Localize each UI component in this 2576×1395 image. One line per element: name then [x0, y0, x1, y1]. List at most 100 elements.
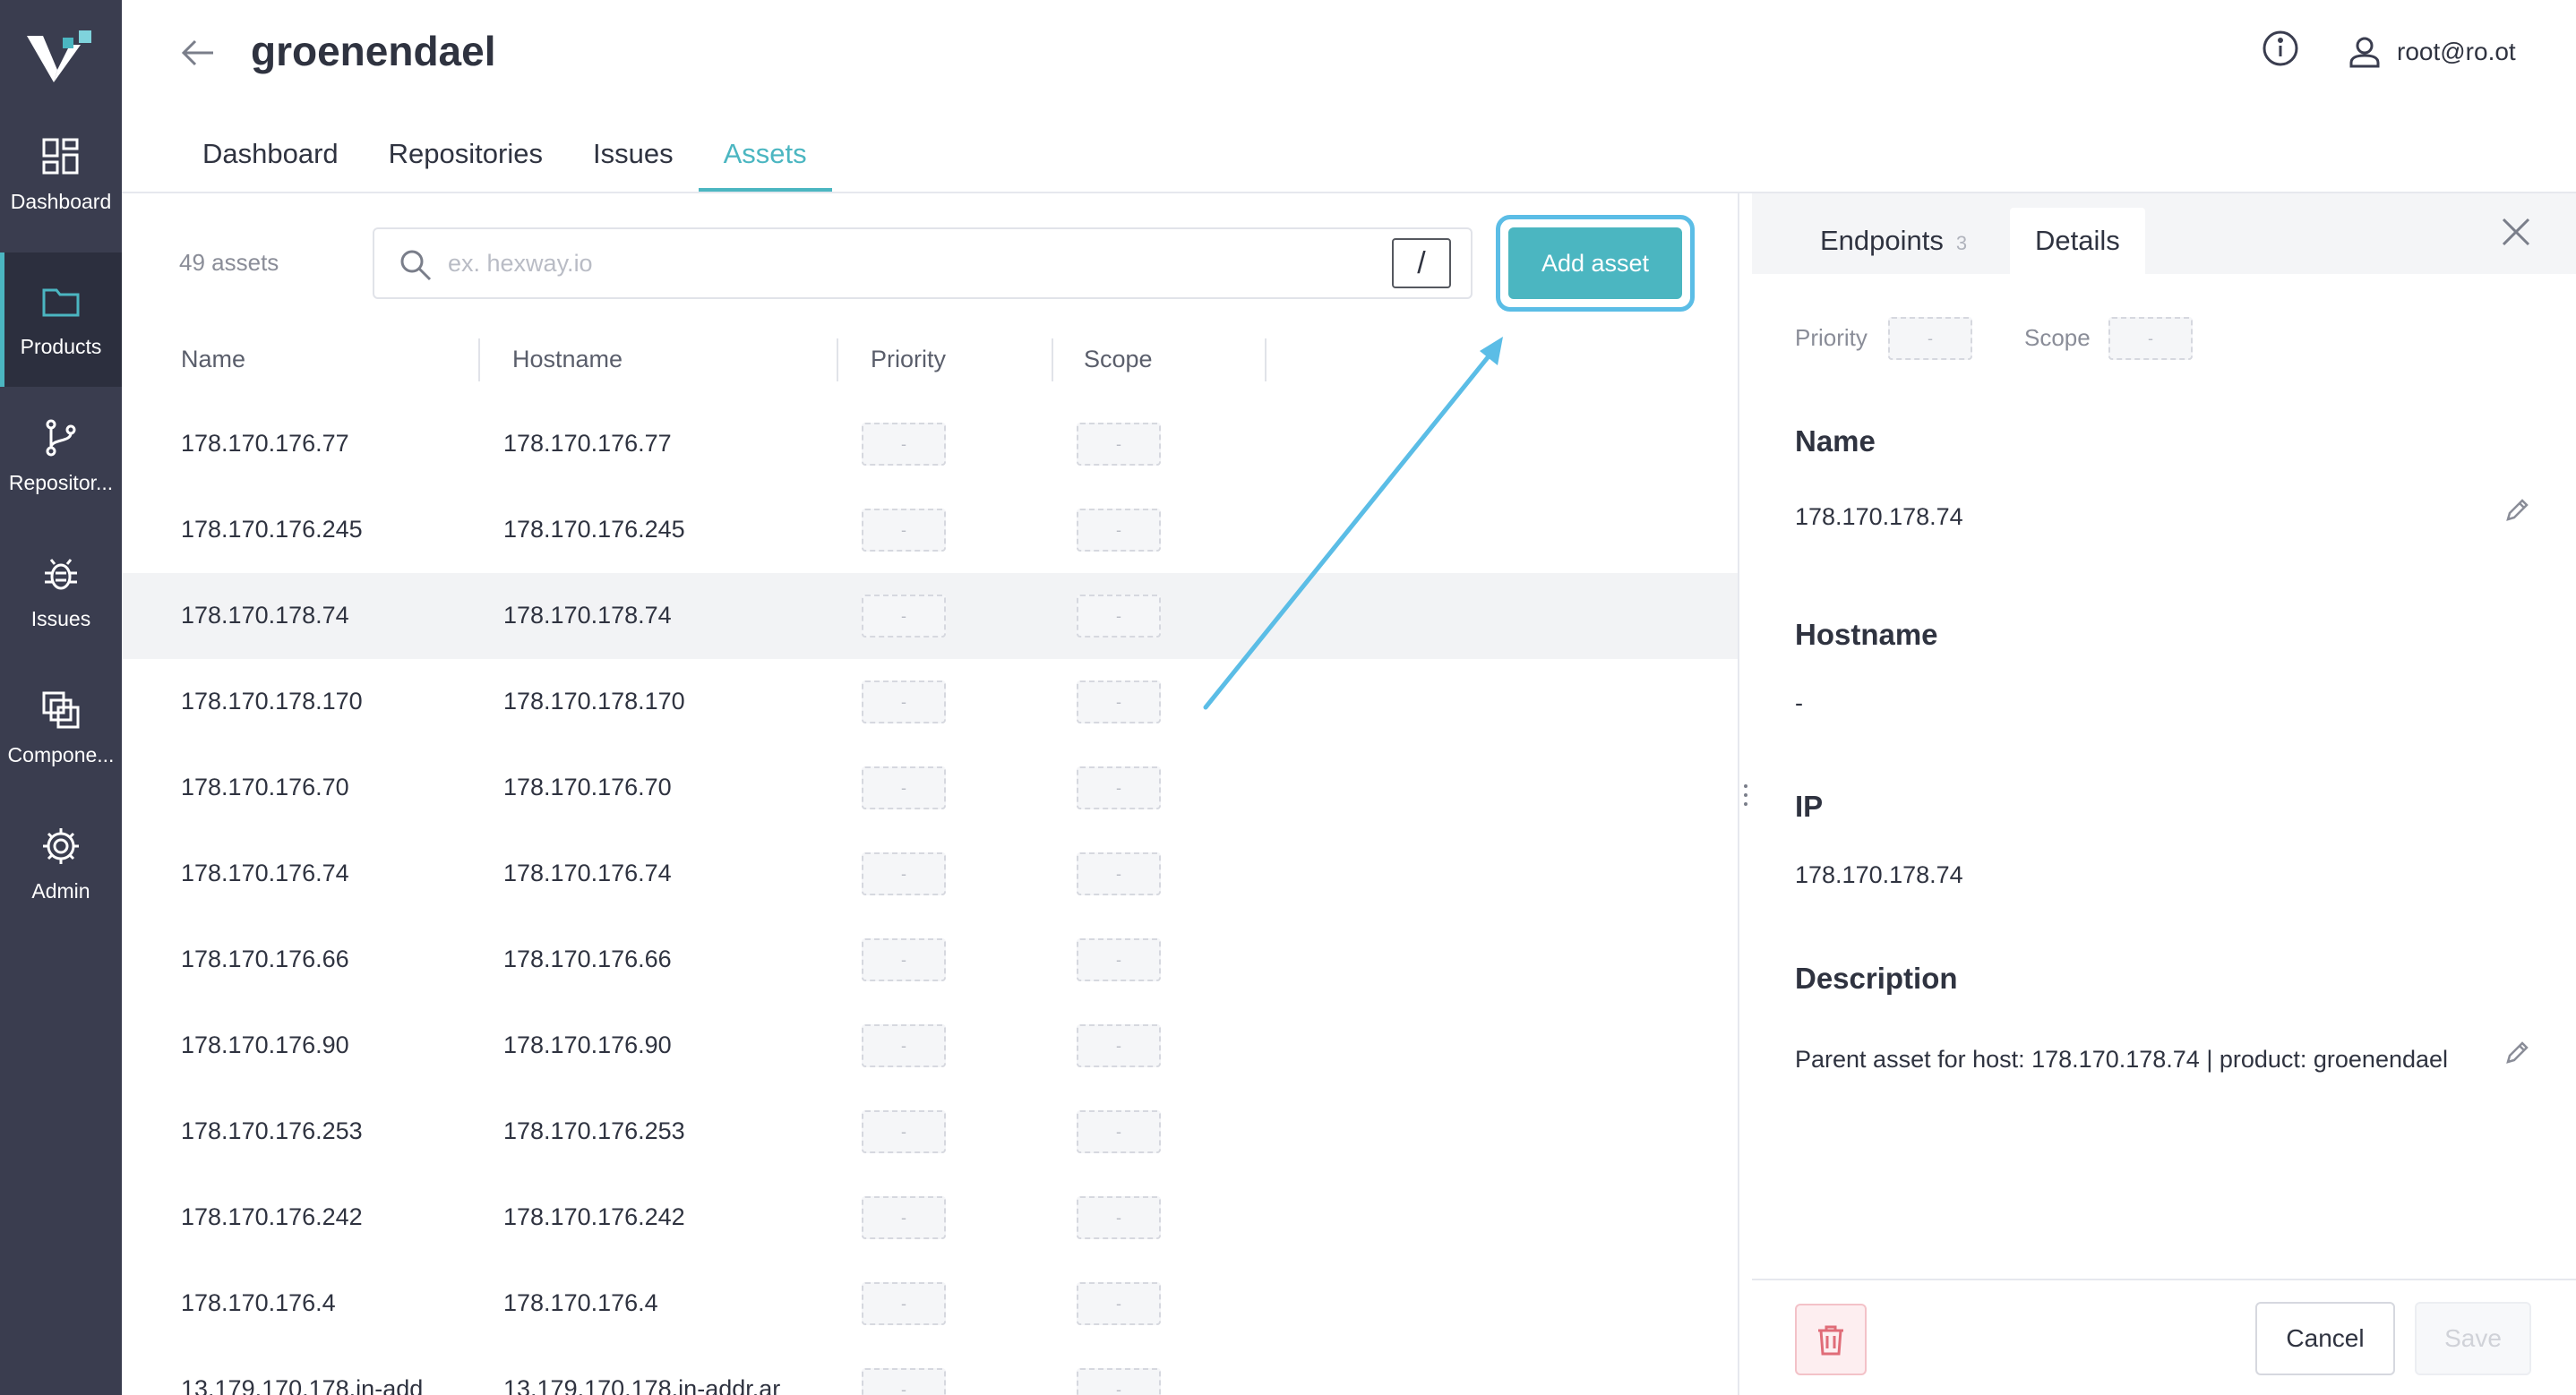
column-separator[interactable] — [837, 338, 838, 381]
search-shortcut-key: / — [1392, 238, 1451, 288]
tab-details[interactable]: Details — [2010, 208, 2145, 274]
priority-chip[interactable]: - — [862, 938, 946, 981]
priority-chip[interactable]: - — [862, 1282, 946, 1325]
sidebar-item-issues[interactable]: Issues — [0, 525, 122, 659]
folder-icon — [42, 288, 80, 316]
endpoints-count: 3 — [1955, 232, 1968, 254]
column-header-name[interactable]: Name — [181, 346, 245, 373]
cell-hostname: 13.179.170.178.in-addr.ar — [503, 1375, 781, 1395]
scope-chip[interactable]: - — [1077, 680, 1161, 723]
cell-hostname: 178.170.176.74 — [503, 860, 672, 886]
priority-chip[interactable]: - — [862, 1368, 946, 1395]
scope-chip[interactable]: - — [1077, 1368, 1161, 1395]
scope-chip[interactable]: - — [1077, 1196, 1161, 1239]
branch-icon — [46, 419, 76, 456]
cell-name: 178.170.178.74 — [181, 602, 349, 629]
tab-issues[interactable]: Issues — [568, 129, 699, 192]
description-title: Description — [1795, 962, 1958, 995]
info-icon[interactable] — [2261, 29, 2300, 68]
close-icon[interactable] — [2495, 211, 2537, 252]
column-header-hostname[interactable]: Hostname — [512, 346, 623, 373]
scope-chip[interactable]: - — [2108, 317, 2193, 360]
table-row[interactable]: 178.170.176.253 178.170.176.253 - - — [122, 1089, 1738, 1175]
cell-name: 178.170.176.242 — [181, 1203, 363, 1230]
column-separator[interactable] — [1265, 338, 1267, 381]
cell-name: 178.170.176.4 — [181, 1289, 336, 1316]
priority-chip[interactable]: - — [862, 595, 946, 638]
priority-chip[interactable]: - — [862, 680, 946, 723]
cell-hostname: 178.170.176.77 — [503, 430, 672, 457]
table-row[interactable]: 178.170.176.70 178.170.176.70 - - — [122, 745, 1738, 831]
sidebar-item-repositories[interactable]: Repositor... — [0, 389, 122, 523]
cancel-button[interactable]: Cancel — [2255, 1302, 2395, 1375]
ip-value: 178.170.178.74 — [1795, 861, 1963, 888]
scope-chip[interactable]: - — [1077, 1110, 1161, 1153]
scope-chip[interactable]: - — [1077, 595, 1161, 638]
sidebar-item-label: Issues — [30, 606, 91, 630]
cell-name: 178.170.176.253 — [181, 1117, 363, 1144]
priority-chip[interactable]: - — [862, 1196, 946, 1239]
tab-endpoints[interactable]: Endpoints 3 — [1820, 208, 1967, 274]
sidebar-item-dashboard[interactable]: Dashboard — [0, 107, 122, 242]
sidebar-item-label: Repositor... — [8, 470, 114, 494]
logo-icon[interactable] — [27, 30, 95, 88]
tab-repositories[interactable]: Repositories — [364, 129, 568, 192]
column-header-scope[interactable]: Scope — [1084, 346, 1153, 373]
column-separator[interactable] — [478, 338, 480, 381]
sidebar-item-products[interactable]: Products — [0, 252, 122, 387]
scope-chip[interactable]: - — [1077, 852, 1161, 895]
cell-hostname: 178.170.176.66 — [503, 946, 672, 972]
table-row[interactable]: 13.179.170.178.in-add 13.179.170.178.in-… — [122, 1347, 1738, 1395]
asset-details-panel: Endpoints 3 Details Priority - Scope - Na… — [1752, 193, 2576, 1395]
scope-chip[interactable]: - — [1077, 766, 1161, 809]
scope-chip[interactable]: - — [1077, 423, 1161, 466]
hostname-title: Hostname — [1795, 618, 1938, 651]
table-row[interactable]: 178.170.178.170 178.170.178.170 - - — [122, 659, 1738, 745]
cell-name: 178.170.176.90 — [181, 1031, 349, 1058]
tab-assets[interactable]: Assets — [698, 129, 832, 192]
priority-chip[interactable]: - — [862, 852, 946, 895]
sidebar-item-admin[interactable]: Admin — [0, 797, 122, 931]
edit-name-icon[interactable] — [2503, 496, 2531, 525]
priority-chip[interactable]: - — [862, 1110, 946, 1153]
tab-dashboard[interactable]: Dashboard — [177, 129, 364, 192]
table-row[interactable]: 178.170.176.245 178.170.176.245 - - — [122, 487, 1738, 573]
dashboard-icon — [42, 138, 79, 174]
edit-description-icon[interactable] — [2503, 1039, 2531, 1067]
table-row[interactable]: 178.170.176.66 178.170.176.66 - - — [122, 917, 1738, 1003]
scope-chip[interactable]: - — [1077, 1024, 1161, 1067]
cell-hostname: 178.170.176.90 — [503, 1031, 672, 1058]
cell-hostname: 178.170.176.245 — [503, 516, 685, 543]
priority-chip[interactable]: - — [862, 509, 946, 552]
scope-chip[interactable]: - — [1077, 509, 1161, 552]
back-arrow-icon[interactable] — [177, 32, 219, 73]
column-separator[interactable] — [1052, 338, 1053, 381]
table-row[interactable]: 178.170.176.90 178.170.176.90 - - — [122, 1003, 1738, 1089]
scope-chip[interactable]: - — [1077, 1282, 1161, 1325]
user-menu[interactable]: root@ro.ot — [2347, 34, 2516, 70]
drag-handle-icon[interactable] — [1739, 777, 1752, 813]
table-row-selected[interactable]: 178.170.178.74 178.170.178.74 - - — [122, 573, 1738, 659]
components-icon — [42, 691, 80, 728]
sidebar-item-components[interactable]: Compone... — [0, 661, 122, 795]
page-title: groenendael — [251, 28, 496, 74]
save-button[interactable]: Save — [2415, 1302, 2531, 1375]
cell-hostname: 178.170.176.4 — [503, 1289, 658, 1316]
scope-chip[interactable]: - — [1077, 938, 1161, 981]
delete-button[interactable] — [1795, 1304, 1867, 1375]
column-header-priority[interactable]: Priority — [871, 346, 946, 373]
table-row[interactable]: 178.170.176.77 178.170.176.77 - - — [122, 401, 1738, 487]
priority-chip[interactable]: - — [862, 766, 946, 809]
priority-chip[interactable]: - — [862, 1024, 946, 1067]
priority-chip[interactable]: - — [862, 423, 946, 466]
table-row[interactable]: 178.170.176.74 178.170.176.74 - - — [122, 831, 1738, 917]
priority-chip[interactable]: - — [1888, 317, 1972, 360]
search-box: / — [373, 227, 1473, 299]
search-input[interactable] — [448, 238, 1344, 288]
search-icon — [400, 250, 432, 281]
sidebar-item-label: Compone... — [7, 742, 115, 766]
add-asset-button[interactable]: Add asset — [1508, 227, 1682, 299]
table-row[interactable]: 178.170.176.242 178.170.176.242 - - — [122, 1175, 1738, 1261]
table-row[interactable]: 178.170.176.4 178.170.176.4 - - — [122, 1261, 1738, 1347]
cell-name: 178.170.176.70 — [181, 774, 349, 800]
